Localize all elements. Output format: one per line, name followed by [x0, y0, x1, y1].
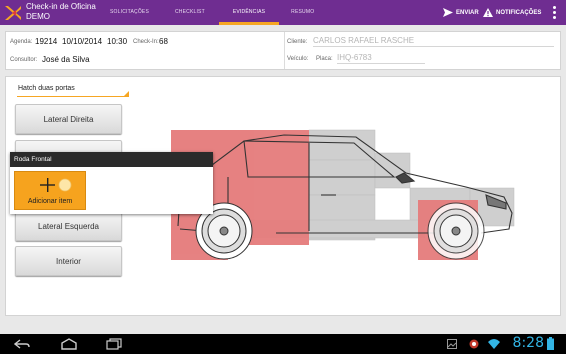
view-lateral-direita-button[interactable]: Lateral Direita [15, 104, 122, 134]
app-title: Check-in de Oficina DEMO [26, 2, 96, 22]
add-item-button[interactable]: Adicionar item [14, 171, 86, 210]
checkin-info-header: Agenda: 19214 10/10/2014 10:30 Check-In:… [5, 31, 561, 70]
agenda-label: Agenda: [10, 39, 33, 45]
placa-label: Placa: [316, 56, 333, 62]
tab-bar: Solicitações Checklist Evidências Resumo [98, 0, 326, 25]
notifications-button[interactable]: NOTIFICAÇÕES [483, 0, 541, 25]
add-item-label: Adicionar item [27, 198, 73, 205]
gallery-notification-icon [447, 339, 457, 349]
tab-checklist[interactable]: Checklist [161, 0, 219, 25]
tab-solicitacoes[interactable]: Solicitações [98, 0, 161, 25]
dropdown-corner-icon [124, 91, 129, 96]
recent-apps-icon[interactable] [106, 338, 122, 350]
checkin-label: Check-In: [133, 39, 159, 45]
add-icon [40, 178, 72, 192]
date-value: 10/10/2014 [62, 37, 103, 46]
send-button[interactable]: ENVIAR [443, 0, 479, 25]
view-lateral-esquerda-button[interactable]: Lateral Esquerda [15, 211, 122, 241]
popup-title: Roda Frontal [10, 152, 213, 167]
consultor-value: José da Silva [42, 55, 90, 64]
agenda-value: 19214 [35, 37, 58, 46]
time-value: 10:30 [107, 37, 128, 46]
zone-roof-rear [308, 129, 376, 161]
zone-popup: Roda Frontal Adicionar item [10, 152, 213, 214]
status-clock: 8:28 [512, 335, 544, 351]
send-icon [443, 8, 453, 17]
consultor-label: Consultor: [10, 57, 38, 63]
placa-field[interactable]: IHQ-6783 [337, 53, 425, 64]
home-icon[interactable] [60, 338, 78, 350]
back-icon[interactable] [14, 339, 30, 349]
tab-evidencias[interactable]: Evidências [218, 0, 280, 25]
warning-icon [483, 8, 493, 17]
car-side-diagram[interactable] [166, 125, 516, 265]
wifi-icon [488, 339, 500, 349]
app-title-line1: Check-in de Oficina [26, 2, 96, 11]
system-nav-bar: 8:28 [0, 334, 566, 354]
veiculo-label: Veículo: [287, 56, 309, 62]
send-label: ENVIAR [456, 9, 479, 16]
battery-icon [547, 337, 554, 350]
checkin-value: 68 [159, 37, 168, 46]
cliente-field[interactable]: CARLOS RAFAEL RASCHE [313, 36, 554, 47]
cliente-label: Cliente: [287, 39, 308, 45]
tab-resumo[interactable]: Resumo [279, 0, 326, 25]
overflow-menu-icon[interactable] [552, 6, 556, 19]
header-divider [284, 32, 285, 69]
front-wheel [427, 202, 485, 260]
view-interior-button[interactable]: Interior [15, 246, 122, 276]
app-logo-icon [5, 6, 21, 20]
app-title-line2: DEMO [26, 12, 50, 21]
app-notification-icon [469, 339, 479, 349]
vehicle-model-select[interactable]: Hatch duas portas [17, 85, 129, 97]
vehicle-model-value: Hatch duas portas [18, 85, 75, 92]
app-bar: Check-in de Oficina DEMO Solicitações Ch… [0, 0, 566, 25]
notifications-label: NOTIFICAÇÕES [496, 9, 542, 16]
